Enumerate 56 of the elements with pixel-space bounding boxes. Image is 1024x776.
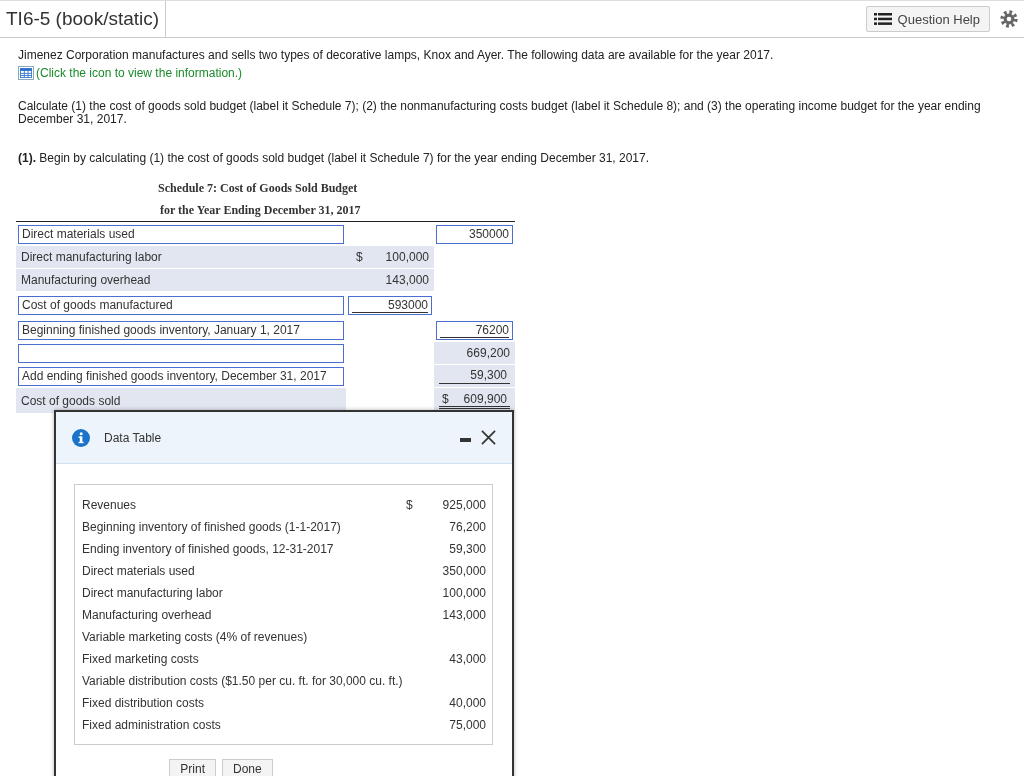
amount: 350,000 <box>442 564 486 578</box>
row-label: Beginning inventory of finished goods (1-1-2017) <box>82 520 342 534</box>
amount: 59,300 <box>470 368 507 382</box>
row-label: Fixed administration costs <box>82 718 222 732</box>
step-instruction: (1). Begin by calculating (1) the cost of goods sold budget (label it Schedule 7) for the year ending December 31, 2017. <box>18 151 651 165</box>
label-field[interactable]: Cost of goods manufactured <box>18 295 344 315</box>
row-label: Cost of goods sold <box>21 393 121 408</box>
row-label: Ending inventory of finished goods, 12-31-2017 <box>82 542 335 556</box>
dialog-title: Data Table <box>104 430 162 445</box>
row-label: Variable marketing costs (4% of revenues) <box>82 630 309 644</box>
page-title: TI6-5 (book/static) <box>0 1 167 37</box>
amount: 75,000 <box>449 718 486 732</box>
schedule-subtitle: for the Year Ending December 31, 2017 <box>16 200 515 222</box>
row-label: Direct manufacturing labor <box>82 586 224 600</box>
amount-field[interactable]: 76200 <box>436 320 513 340</box>
settings-icon[interactable] <box>1000 10 1018 28</box>
row-label: Manufacturing overhead <box>21 273 151 287</box>
amount: 143,000 <box>442 608 486 622</box>
info-icon <box>72 428 90 447</box>
row-label: Direct manufacturing labor <box>21 250 162 264</box>
info-link[interactable]: (Click the icon to view the information.) <box>36 66 243 80</box>
row-label: Fixed distribution costs <box>82 696 206 710</box>
minimize-icon[interactable] <box>460 437 471 442</box>
problem-statement: Jimenez Corporation manufactures and sells two types of decorative lamps, Knox and Ayer. The following data are available for the year 2017. <box>18 47 775 62</box>
label-field[interactable] <box>18 343 344 363</box>
table-icon[interactable] <box>18 66 34 80</box>
row-label: Variable distribution costs ($1.50 per cu. ft. for 30,000 cu. ft.) <box>82 674 404 688</box>
amount-field[interactable]: 350000 <box>436 224 513 244</box>
currency-sign: $ <box>406 498 413 512</box>
currency-sign: $ <box>442 392 449 406</box>
close-icon[interactable] <box>481 430 496 445</box>
amount: 59,300 <box>449 542 486 556</box>
amount: 143,000 <box>385 273 429 287</box>
print-button[interactable]: Print <box>169 759 216 776</box>
label-field[interactable]: Add ending finished goods inventory, December 31, 2017 <box>18 366 344 386</box>
amount: 76,200 <box>449 520 486 534</box>
amount: 100,000 <box>385 250 429 264</box>
amount: 100,000 <box>442 586 486 600</box>
currency-sign: $ <box>355 250 363 264</box>
schedule-title: Schedule 7: Cost of Goods Sold Budget <box>157 180 359 197</box>
amount: 40,000 <box>449 696 486 710</box>
amount-field[interactable]: 593000 <box>348 295 432 315</box>
label-field[interactable]: Beginning finished goods inventory, January 1, 2017 <box>18 320 344 340</box>
row-label: Direct materials used <box>82 564 196 578</box>
row-label: Manufacturing overhead <box>82 608 213 622</box>
amount: 43,000 <box>449 652 486 666</box>
amount: 609,900 <box>463 392 507 406</box>
done-button[interactable]: Done <box>222 759 273 776</box>
label-field[interactable]: Direct materials used <box>18 224 344 244</box>
row-label: Fixed marketing costs <box>82 652 200 666</box>
amount: 669,200 <box>466 346 510 360</box>
row-label: Revenues <box>82 498 138 512</box>
amount: 925,000 <box>442 498 486 512</box>
task-text: Calculate (1) the cost of goods sold budget (label it Schedule 7); (2) the nonmanufacturing costs budget (label it Schedule 8); and (3) the operating income budget for the year ending December 31, 2017. <box>18 100 982 126</box>
list-icon <box>872 13 893 25</box>
question-help-button[interactable]: Question Help <box>865 6 990 32</box>
